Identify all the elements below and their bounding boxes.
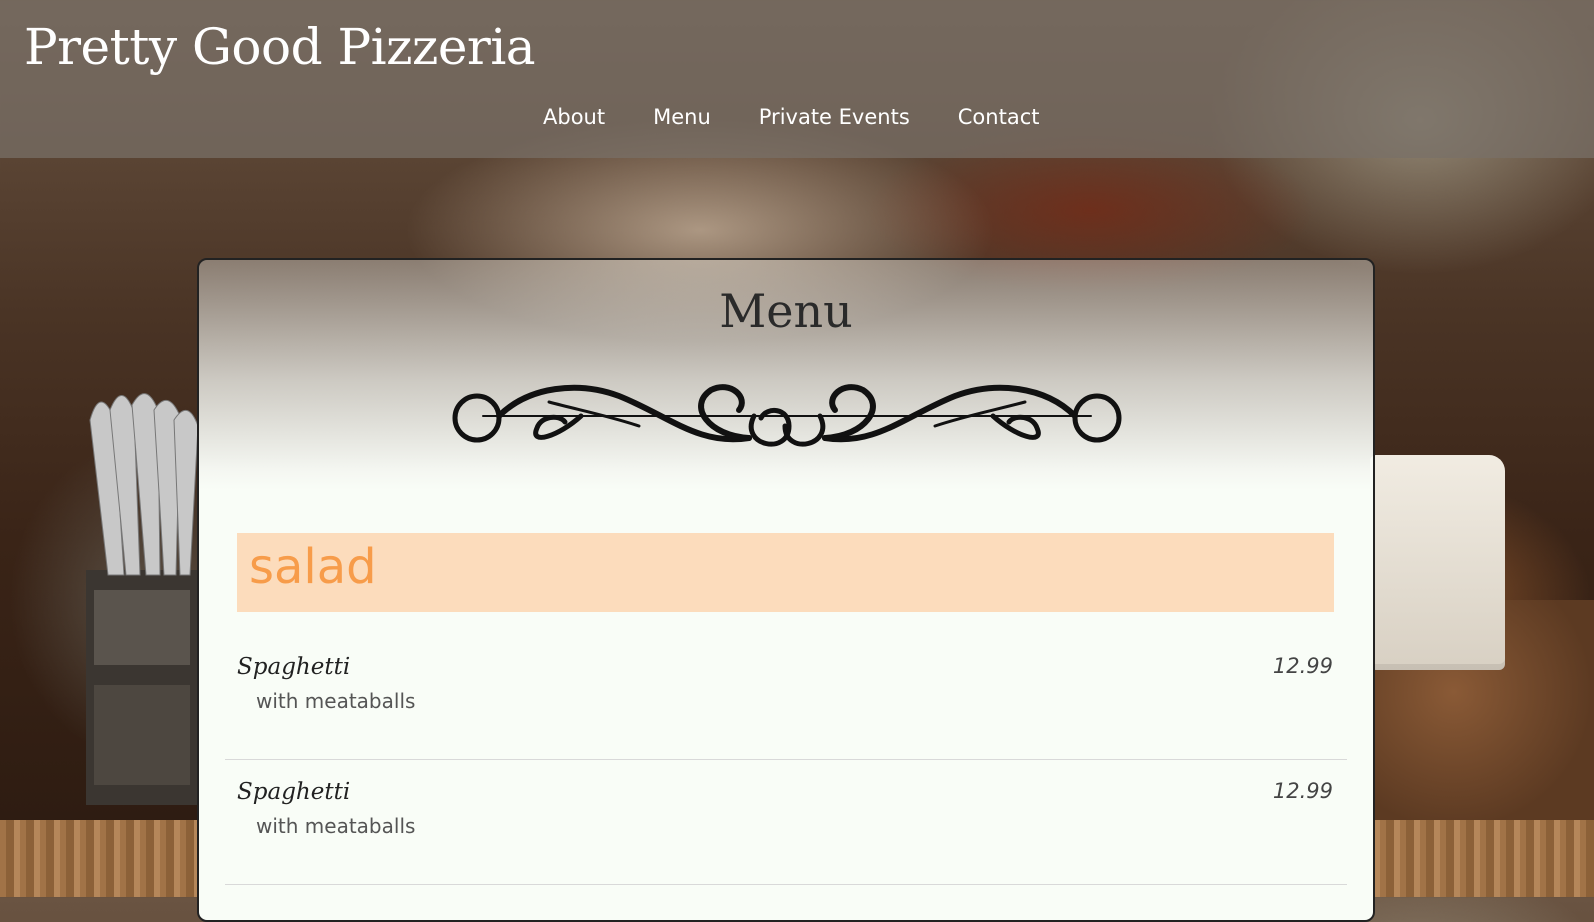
menu-item-name: Spaghetti <box>237 779 351 805</box>
background-cutlery-holder <box>86 393 199 805</box>
menu-card: Menu salad Spaghetti with meataballs 12.… <box>197 258 1375 922</box>
menu-item-price: 12.99 <box>1272 779 1333 803</box>
site-title[interactable]: Pretty Good Pizzeria <box>24 18 536 76</box>
flourish-divider-icon <box>452 384 1122 447</box>
menu-title: Menu <box>719 284 853 338</box>
section-title: salad <box>249 539 377 595</box>
nav-link-contact[interactable]: Contact <box>958 105 1040 129</box>
site-header: Pretty Good Pizzeria About Menu Private … <box>0 0 1594 158</box>
background-napkins <box>1370 455 1505 670</box>
main-nav: About Menu Private Events Contact <box>543 105 1087 129</box>
menu-item-description: with meataballs <box>256 814 416 838</box>
menu-item-name: Spaghetti <box>237 654 351 680</box>
nav-link-private-events[interactable]: Private Events <box>759 105 910 129</box>
menu-item-price: 12.99 <box>1272 654 1333 678</box>
menu-item-description: with meataballs <box>256 689 416 713</box>
section-header: salad <box>237 533 1334 612</box>
menu-item: Spaghetti with meataballs 12.99 <box>225 634 1347 760</box>
menu-item: Spaghetti with meataballs 12.99 <box>225 759 1347 885</box>
nav-link-menu[interactable]: Menu <box>653 105 711 129</box>
nav-link-about[interactable]: About <box>543 105 605 129</box>
